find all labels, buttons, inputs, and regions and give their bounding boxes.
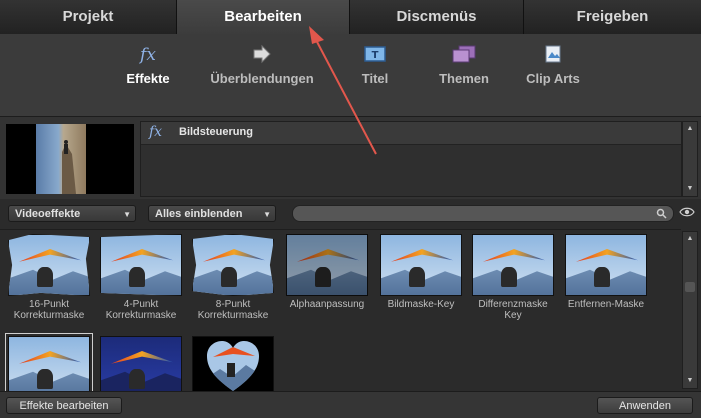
bottom-bar: Effekte bearbeiten Anwenden	[0, 391, 701, 418]
toolbar-clip-arts[interactable]: Clip Arts	[498, 44, 608, 100]
toolbar-effekte-label: Effekte	[126, 71, 170, 86]
toolbar-uberblendungen[interactable]: Überblendungen	[206, 44, 318, 100]
show-filter-value: Alles einblenden	[155, 208, 243, 220]
chevron-down-icon: ▼	[123, 210, 131, 219]
fx-icon: fx	[140, 45, 156, 65]
toolbar-clip-arts-label: Clip Arts	[526, 71, 580, 86]
clip-preview-image	[36, 124, 86, 194]
eye-icon[interactable]	[679, 206, 695, 218]
effect-item-bildmaske-key[interactable]: Bildmaske-Key	[376, 234, 466, 310]
scroll-down-icon[interactable]: ▼	[683, 183, 697, 195]
clip-preview-thumbnail	[6, 124, 134, 194]
effect-category-value: Videoeffekte	[15, 208, 81, 220]
effect-label: 8-Punkt Korrekturmaske	[197, 299, 269, 321]
properties-scrollbar[interactable]: ▲ ▼	[682, 121, 698, 197]
show-filter-dropdown[interactable]: Alles einblenden ▼	[148, 205, 276, 222]
effect-label: 4-Punkt Korrekturmaske	[105, 299, 177, 321]
effect-thumbnail	[286, 234, 368, 296]
svg-text:T: T	[372, 50, 379, 61]
effect-item-8-punkt-korrekturmaske[interactable]: 8-Punkt Korrekturmaske	[188, 234, 278, 321]
clipart-icon	[498, 44, 608, 66]
effect-label: Bildmaske-Key	[387, 299, 455, 310]
effects-scrollbar[interactable]: ▲ ▼	[682, 231, 698, 389]
effect-label: Entfernen-Maske	[567, 299, 645, 310]
tab-projekt[interactable]: Projekt	[0, 0, 177, 34]
effects-grid: 16-Punkt Korrekturmaske 4-Punkt Korrektu…	[0, 229, 681, 401]
tab-bearbeiten[interactable]: Bearbeiten	[177, 0, 350, 34]
effect-category-dropdown[interactable]: Videoeffekte ▼	[8, 205, 136, 222]
effect-search-input[interactable]	[292, 205, 674, 222]
scroll-up-icon[interactable]: ▲	[683, 233, 697, 245]
scrollbar-thumb[interactable]	[685, 282, 695, 292]
main-tab-bar: Projekt Bearbeiten Discmenüs Freigeben	[0, 0, 701, 34]
search-icon	[656, 208, 667, 219]
effect-thumbnail	[565, 234, 647, 296]
scroll-up-icon[interactable]: ▲	[683, 123, 697, 135]
effect-label: 16-Punkt Korrekturmaske	[13, 299, 85, 321]
effect-thumbnail	[8, 234, 90, 296]
edit-effects-button[interactable]: Effekte bearbeiten	[6, 397, 122, 414]
effect-item-4-punkt-korrekturmaske[interactable]: 4-Punkt Korrekturmaske	[96, 234, 186, 321]
tab-freigeben[interactable]: Freigeben	[524, 0, 701, 34]
effect-label: Alphaanpassung	[289, 299, 365, 310]
effect-thumbnail	[192, 234, 274, 296]
edit-toolbar: fx Effekte Überblendungen T Titel Themen…	[0, 34, 701, 117]
effect-thumbnail	[380, 234, 462, 296]
toolbar-uberblendungen-label: Überblendungen	[210, 71, 314, 86]
apply-button[interactable]: Anwenden	[597, 397, 693, 414]
effect-item-entfernen-maske[interactable]: Entfernen-Maske	[561, 234, 651, 310]
effect-thumbnail	[472, 234, 554, 296]
effect-thumbnail	[100, 234, 182, 296]
effect-properties-panel: fx Bildsteuerung	[140, 121, 682, 197]
fx-icon: fx	[149, 124, 163, 140]
effect-item-16-punkt-korrekturmaske[interactable]: 16-Punkt Korrekturmaske	[4, 234, 94, 321]
effect-label: Differenzmaske Key	[478, 299, 548, 321]
effect-thumbnail	[5, 333, 93, 401]
effect-thumbnail	[192, 336, 274, 398]
effect-thumbnail	[100, 336, 182, 398]
scroll-down-icon[interactable]: ▼	[683, 375, 697, 387]
effect-item-alphaanpassung[interactable]: Alphaanpassung	[282, 234, 372, 310]
effect-item-differenzmaske-key[interactable]: Differenzmaske Key	[468, 234, 558, 321]
property-label: Bildsteuerung	[179, 126, 253, 138]
transition-arrow-icon	[206, 44, 318, 66]
tab-discmenus[interactable]: Discmenüs	[350, 0, 524, 34]
property-row-bildsteuerung[interactable]: fx Bildsteuerung	[141, 122, 681, 145]
chevron-down-icon: ▼	[263, 210, 271, 219]
toolbar-effekte[interactable]: fx Effekte	[93, 44, 203, 100]
